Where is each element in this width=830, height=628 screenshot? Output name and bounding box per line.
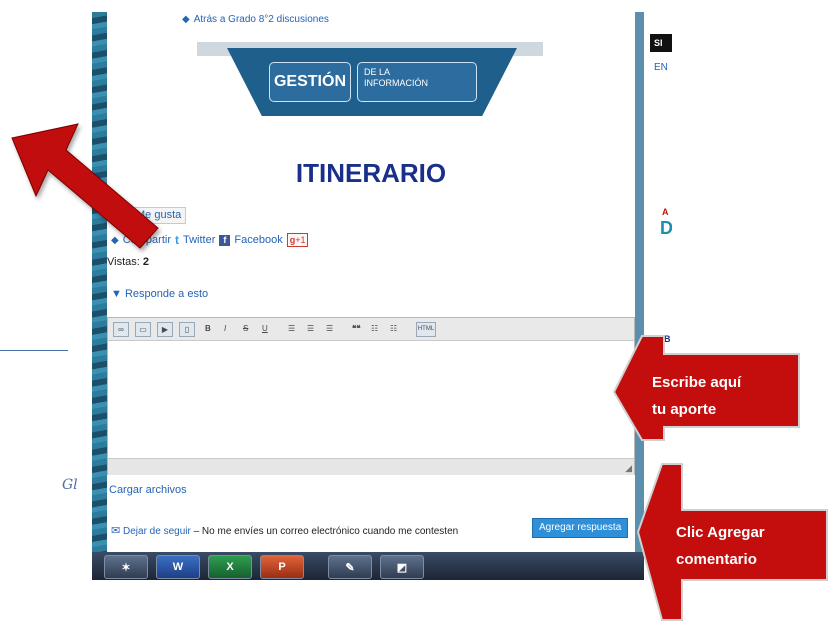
- facebook-link[interactable]: Facebook: [234, 234, 282, 246]
- file-icon[interactable]: ▯: [179, 322, 195, 337]
- italic-button[interactable]: I: [224, 322, 226, 335]
- bulleted-list-icon[interactable]: ☷: [371, 322, 378, 335]
- banner-sub-line2: INFORMACIÓN: [364, 78, 428, 88]
- sidebar-header: SI: [650, 34, 672, 52]
- word-icon: W: [172, 561, 184, 573]
- strikethrough-button[interactable]: S: [243, 322, 248, 335]
- gplus-button[interactable]: g+1: [286, 233, 309, 247]
- align-left-icon[interactable]: ☰: [288, 322, 295, 335]
- reply-toggle[interactable]: ▼ Responde a esto: [111, 288, 208, 300]
- taskbar-powerpoint[interactable]: P: [260, 555, 304, 579]
- palette-icon: ✎: [345, 561, 355, 574]
- taskbar-excel[interactable]: X: [208, 555, 252, 579]
- facebook-icon: f: [219, 234, 231, 246]
- upload-files-link[interactable]: Cargar archivos: [109, 484, 187, 496]
- stray-handwritten-text: Gl: [62, 477, 78, 493]
- align-right-icon[interactable]: ☰: [326, 322, 333, 335]
- arrow-up-left-icon: [11, 123, 159, 249]
- bold-button[interactable]: B: [205, 322, 211, 335]
- reply-textarea[interactable]: [108, 341, 634, 458]
- callout-write-here-text: Escribe aquí tu aporte: [652, 369, 741, 423]
- powerpoint-icon: P: [278, 561, 286, 573]
- banner-sub-line1: DE LA: [364, 67, 391, 77]
- gplus-label: +1: [295, 235, 306, 245]
- excel-icon: X: [226, 561, 234, 573]
- banner-main-label: GESTIÓN: [269, 62, 351, 102]
- taskbar-app2[interactable]: ◩: [380, 555, 424, 579]
- taskbar-word[interactable]: W: [156, 555, 200, 579]
- unfollow-icon: ✉: [111, 525, 121, 537]
- editor-statusbar: ◢: [108, 458, 634, 475]
- back-link-label: Atrás a Grado 8°2 discusiones: [193, 14, 329, 25]
- callout1-line1: Escribe aquí: [652, 374, 742, 391]
- taskbar-app-icon[interactable]: ✶: [104, 555, 148, 579]
- sidebar-en-link[interactable]: EN: [654, 62, 668, 73]
- link-icon[interactable]: ∞: [113, 322, 129, 337]
- taskbar-paint[interactable]: ✎: [328, 555, 372, 579]
- callout2-line1: Clic Agregar: [676, 524, 765, 541]
- decorative-line: [0, 350, 68, 351]
- callout1-line2: tu aporte: [652, 401, 717, 418]
- image-icon[interactable]: ▭: [135, 322, 151, 337]
- gestion-banner: GESTIÓN DE LA INFORMACIÓN: [227, 48, 517, 116]
- banner-sub-label: DE LA INFORMACIÓN: [357, 62, 477, 102]
- underline-button[interactable]: U: [262, 322, 268, 335]
- sidebar-fragment-d: D: [660, 218, 672, 238]
- blockquote-button[interactable]: ❝❝: [352, 322, 361, 335]
- html-button[interactable]: HTML: [416, 322, 436, 337]
- editor-toolbar: ∞ ▭ ▶ ▯ B I S U ☰ ☰ ☰ ❝❝ ☷ ☷ HTML: [108, 318, 634, 341]
- add-reply-button[interactable]: Agregar respuesta: [532, 518, 629, 538]
- callout-click-add-text: Clic Agregar comentario: [676, 519, 765, 573]
- video-icon[interactable]: ▶: [157, 322, 173, 337]
- sidebar-fragment-a: A: [662, 207, 669, 217]
- reply-editor: ∞ ▭ ▶ ▯ B I S U ☰ ☰ ☰ ❝❝ ☷ ☷ HTML ◢: [107, 317, 635, 475]
- follow-row: ✉ Dejar de seguir – No me envíes un corr…: [111, 524, 458, 537]
- callout2-line2: comentario: [676, 551, 757, 568]
- numbered-list-icon[interactable]: ☷: [390, 322, 397, 335]
- unfollow-description: – No me envíes un correo electrónico cua…: [190, 526, 459, 537]
- star-icon: ✶: [121, 561, 131, 574]
- windows-taskbar: ✶ W X P ✎ ◩: [92, 552, 644, 580]
- unfollow-link[interactable]: Dejar de seguir: [123, 526, 191, 537]
- app-icon: ◩: [396, 561, 408, 574]
- align-center-icon[interactable]: ☰: [307, 322, 314, 335]
